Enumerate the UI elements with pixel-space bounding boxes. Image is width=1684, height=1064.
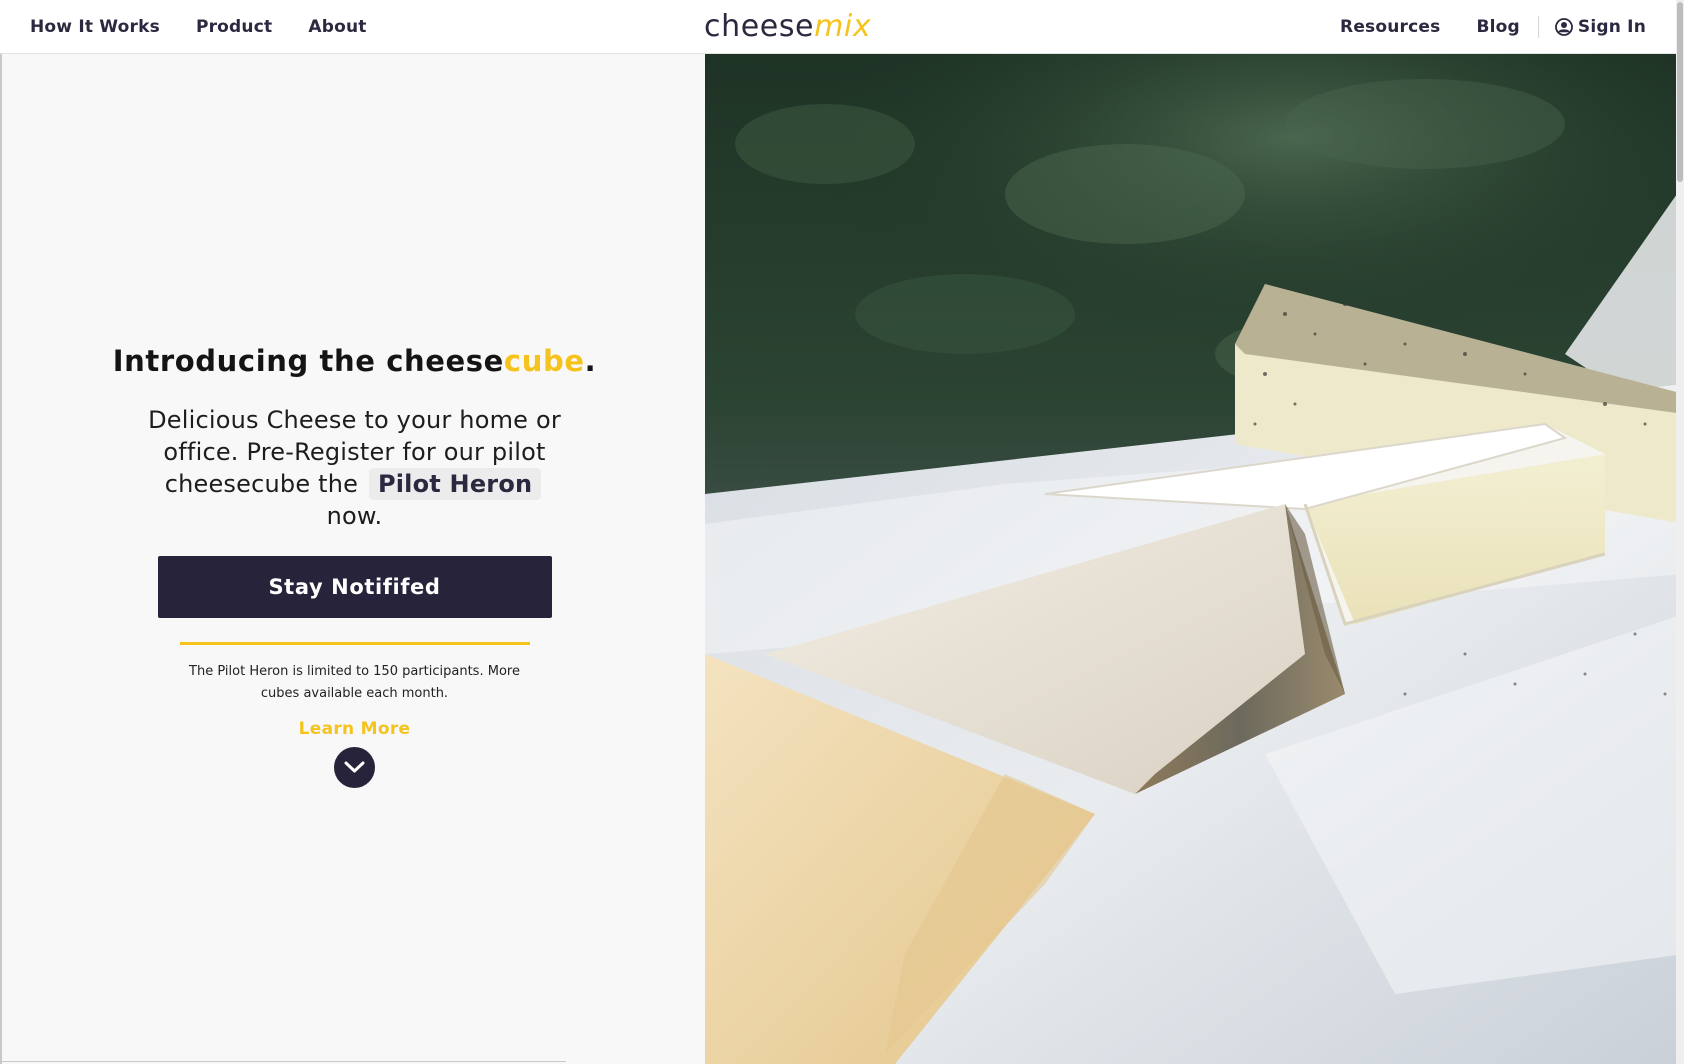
accent-divider xyxy=(179,642,530,645)
scrollbar-thumb[interactable] xyxy=(1677,2,1683,182)
scroll-down-button[interactable] xyxy=(334,747,375,788)
stay-notified-button[interactable]: Stay Notififed xyxy=(157,556,552,618)
hero-photo xyxy=(705,54,1684,1064)
sign-in-link[interactable]: Sign In xyxy=(1555,17,1646,37)
nav-left: How It Works Product About xyxy=(30,0,367,54)
nav-about[interactable]: About xyxy=(308,17,366,37)
nav-how-it-works[interactable]: How It Works xyxy=(30,17,160,37)
cheese-photo-image xyxy=(705,54,1684,1064)
headline-suffix: . xyxy=(584,344,597,378)
sign-in-label: Sign In xyxy=(1577,17,1646,37)
learn-more-link[interactable]: Learn More xyxy=(2,719,707,739)
headline-accent: cube xyxy=(503,344,585,378)
page: How It Works Product About cheesemix Res… xyxy=(0,0,1684,1064)
hero-subcopy: Delicious Cheese to your home or office.… xyxy=(135,404,575,532)
logo-accent: mix xyxy=(814,9,872,44)
logo-main: cheese xyxy=(704,9,815,44)
nav-right: Resources Blog Sign In xyxy=(1304,0,1646,54)
hero-content: Introducing the cheesecube. Delicious Ch… xyxy=(2,344,707,788)
chevron-down-icon xyxy=(344,761,365,773)
hero-headline: Introducing the cheesecube. xyxy=(2,344,707,378)
nav-product[interactable]: Product xyxy=(196,17,272,37)
nav-divider xyxy=(1537,16,1539,38)
panel-bottom-line xyxy=(2,1061,566,1062)
subcopy-end: now. xyxy=(326,502,383,530)
nav-blog[interactable]: Blog xyxy=(1476,17,1519,37)
hero-panel: Introducing the cheesecube. Delicious Ch… xyxy=(0,54,705,1064)
brand-logo[interactable]: cheesemix xyxy=(704,9,871,44)
top-nav: How It Works Product About cheesemix Res… xyxy=(0,0,1684,54)
nav-resources[interactable]: Resources xyxy=(1340,17,1440,37)
user-circle-icon xyxy=(1555,18,1573,36)
page-scrollbar[interactable] xyxy=(1676,0,1684,1064)
participant-note: The Pilot Heron is limited to 150 partic… xyxy=(189,664,520,701)
headline-prefix: Introducing the cheese xyxy=(112,344,504,378)
pilot-heron-badge: Pilot Heron xyxy=(368,468,542,500)
